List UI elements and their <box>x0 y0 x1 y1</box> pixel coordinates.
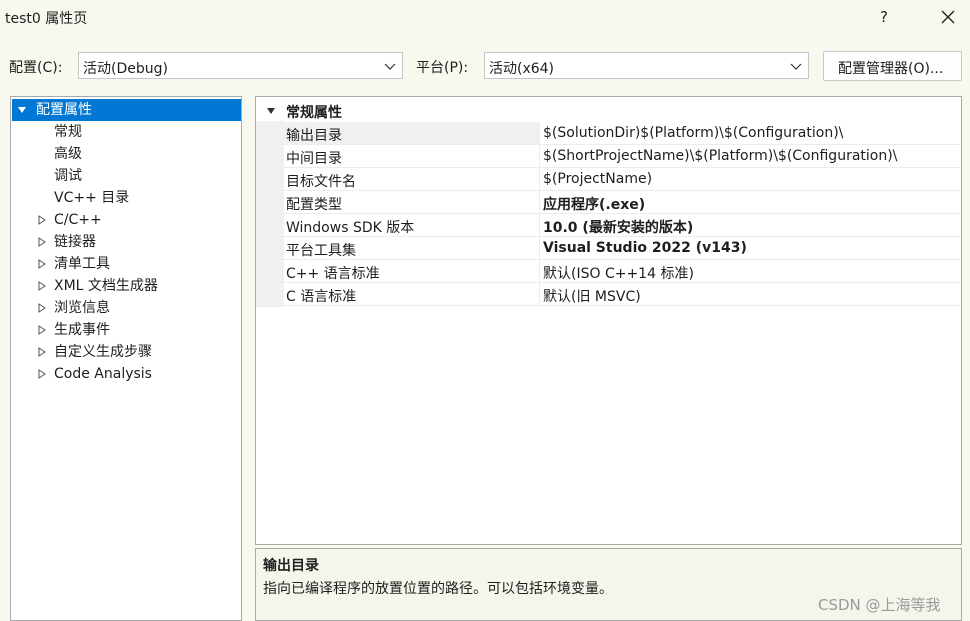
property-name: 平台工具集 <box>286 243 356 259</box>
tree-item-vc-directories[interactable]: VC++ 目录 <box>54 187 129 209</box>
property-value[interactable]: $(ProjectName) <box>543 171 652 187</box>
config-select-value: 活动(Debug) <box>83 61 168 77</box>
tree-item-linker[interactable]: 链接器 <box>37 231 237 253</box>
property-value[interactable]: 10.0 (最新安装的版本) <box>543 217 693 237</box>
chevron-down-icon <box>790 63 802 70</box>
property-name: 配置类型 <box>286 197 342 213</box>
column-divider <box>539 122 540 144</box>
tree-item-label: 自定义生成步骤 <box>54 344 152 360</box>
property-value[interactable]: 默认(旧 MSVC) <box>543 286 641 306</box>
config-select[interactable]: 活动(Debug) <box>78 52 403 79</box>
property-grid[interactable]: 常规属性 输出目录 $(SolutionDir)$(Platform)\$(Co… <box>255 96 962 545</box>
property-value[interactable]: 应用程序(.exe) <box>543 194 645 214</box>
tree-item-label: 生成事件 <box>54 322 110 338</box>
config-manager-label: 配置管理器(O)... <box>838 61 944 77</box>
column-divider <box>539 283 540 305</box>
tree-item-custom-build-step[interactable]: 自定义生成步骤 <box>37 341 237 363</box>
description-text: 指向已编译程序的放置位置的路径。可以包括环境变量。 <box>263 581 613 597</box>
property-name: C 语言标准 <box>286 289 357 305</box>
platform-select[interactable]: 活动(x64) <box>484 52 809 79</box>
close-button[interactable] <box>936 2 960 32</box>
description-title: 输出目录 <box>263 558 319 574</box>
tree-item-cpp[interactable]: C/C++ <box>37 209 237 231</box>
tree-item-browse-info[interactable]: 浏览信息 <box>37 297 237 319</box>
property-name: 中间目录 <box>286 151 342 167</box>
tree-item-xml-doc-generator[interactable]: XML 文档生成器 <box>37 275 237 297</box>
tree-item-label: 常规 <box>54 124 82 140</box>
column-divider <box>539 168 540 190</box>
property-tree[interactable]: 配置属性 常规 高级 调试 VC++ 目录 C/C++ 链接器 清单工具 XML… <box>10 96 242 621</box>
grid-section-header[interactable]: 常规属性 <box>256 101 961 121</box>
property-name: 目标文件名 <box>286 174 356 190</box>
tree-item-build-events[interactable]: 生成事件 <box>37 319 237 341</box>
grid-row-cpp-standard[interactable]: C++ 语言标准 默认(ISO C++14 标准) <box>256 260 961 283</box>
grid-row-output-dir[interactable]: 输出目录 $(SolutionDir)$(Platform)\$(Configu… <box>256 122 961 145</box>
tree-item-manifest-tool[interactable]: 清单工具 <box>37 253 237 275</box>
collapsed-arrow-icon <box>38 237 46 247</box>
grid-row-intermediate-dir[interactable]: 中间目录 $(ShortProjectName)\$(Platform)\$(C… <box>256 145 961 168</box>
property-value[interactable]: $(ShortProjectName)\$(Platform)\$(Config… <box>543 148 897 164</box>
grid-row-platform-toolset[interactable]: 平台工具集 Visual Studio 2022 (v143) <box>256 237 961 260</box>
collapsed-arrow-icon <box>38 259 46 269</box>
platform-label: 平台(P): <box>416 60 469 76</box>
property-value[interactable]: Visual Studio 2022 (v143) <box>543 240 747 256</box>
tree-item-code-analysis[interactable]: Code Analysis <box>37 363 237 385</box>
tree-item-label: Code Analysis <box>54 366 152 382</box>
grid-row-c-standard[interactable]: C 语言标准 默认(旧 MSVC) <box>256 283 961 306</box>
collapsed-arrow-icon <box>38 369 46 379</box>
watermark: CSDN @上海等我 <box>818 596 941 614</box>
title-bar: test0 属性页 ? <box>0 0 970 36</box>
tree-item-label: C/C++ <box>54 212 102 228</box>
tree-item-general[interactable]: 常规 <box>54 121 82 143</box>
tree-item-label: 配置属性 <box>36 102 92 118</box>
expanded-arrow-icon <box>267 108 275 114</box>
column-divider <box>539 145 540 167</box>
grid-row-target-name[interactable]: 目标文件名 $(ProjectName) <box>256 168 961 191</box>
property-value[interactable]: $(SolutionDir)$(Platform)\$(Configuratio… <box>543 125 843 141</box>
column-divider <box>539 237 540 259</box>
tree-item-label: 链接器 <box>54 234 96 250</box>
tree-item-advanced[interactable]: 高级 <box>54 143 82 165</box>
config-manager-button[interactable]: 配置管理器(O)... <box>823 51 962 81</box>
tree-item-label: 调试 <box>54 168 82 184</box>
collapsed-arrow-icon <box>38 325 46 335</box>
tree-item-label: XML 文档生成器 <box>54 278 158 294</box>
property-name: Windows SDK 版本 <box>286 220 415 236</box>
column-divider <box>539 191 540 213</box>
grid-section-title: 常规属性 <box>286 105 342 121</box>
collapsed-arrow-icon <box>38 347 46 357</box>
column-divider <box>539 214 540 236</box>
property-name: 输出目录 <box>286 128 342 144</box>
tree-item-label: 清单工具 <box>54 256 110 272</box>
collapsed-arrow-icon <box>38 215 46 225</box>
property-name: C++ 语言标准 <box>286 266 380 282</box>
chevron-down-icon <box>384 63 396 70</box>
tree-item-label: 浏览信息 <box>54 300 110 316</box>
tree-item-config-properties[interactable]: 配置属性 <box>12 99 241 121</box>
collapsed-arrow-icon <box>38 303 46 313</box>
grid-row-sdk-version[interactable]: Windows SDK 版本 10.0 (最新安装的版本) <box>256 214 961 237</box>
grid-row-config-type[interactable]: 配置类型 应用程序(.exe) <box>256 191 961 214</box>
collapsed-arrow-icon <box>38 281 46 291</box>
property-value[interactable]: 默认(ISO C++14 标准) <box>543 263 694 283</box>
expanded-arrow-icon <box>18 107 26 113</box>
column-divider <box>539 260 540 282</box>
help-button[interactable]: ? <box>880 8 888 26</box>
tree-item-label: VC++ 目录 <box>54 190 130 206</box>
close-icon <box>941 10 955 24</box>
platform-select-value: 活动(x64) <box>489 61 555 77</box>
window-title: test0 属性页 <box>5 11 88 27</box>
config-label: 配置(C): <box>9 60 63 76</box>
tree-item-debugging[interactable]: 调试 <box>54 165 82 187</box>
tree-item-label: 高级 <box>54 146 82 162</box>
